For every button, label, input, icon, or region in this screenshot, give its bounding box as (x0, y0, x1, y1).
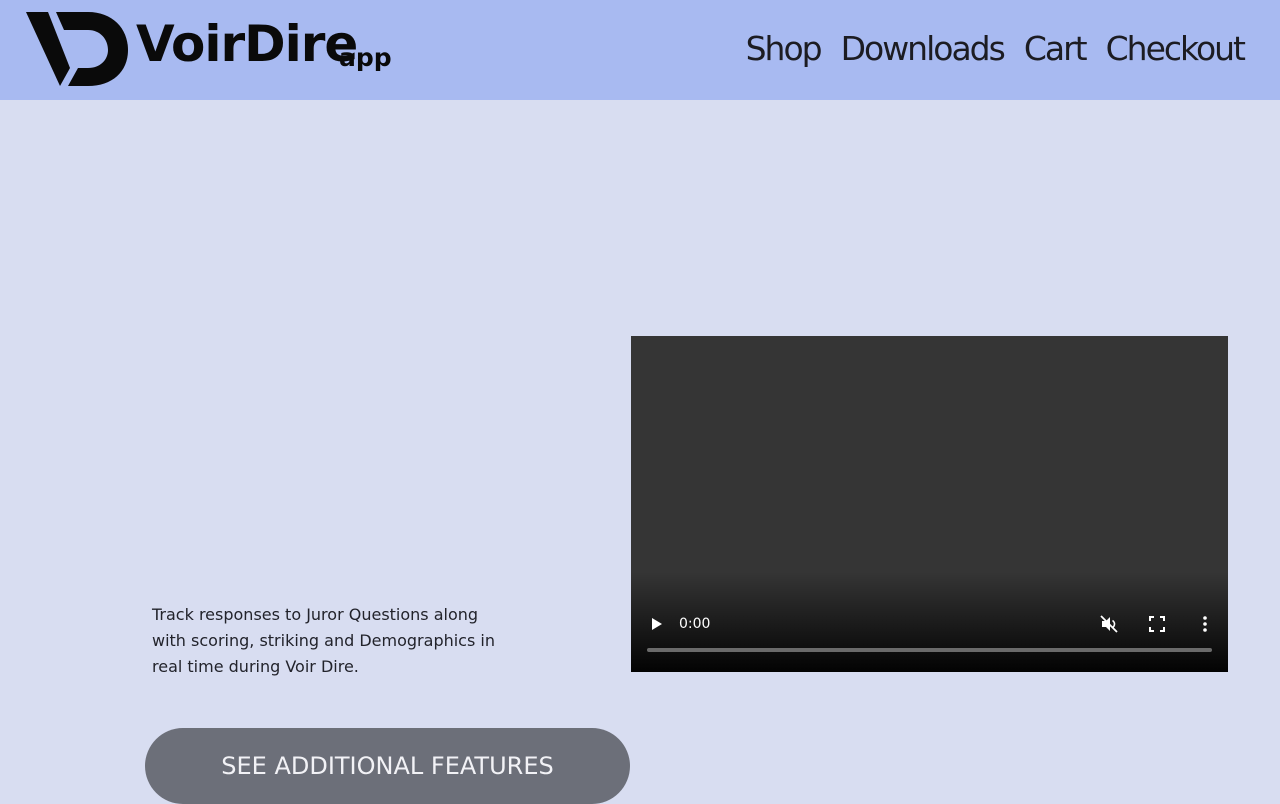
brand-suffix: app (339, 43, 392, 72)
nav-link-shop[interactable]: Shop (746, 27, 823, 71)
see-additional-features-button[interactable]: SEE ADDITIONAL FEATURES (145, 728, 630, 804)
video-player[interactable]: 0:00 (631, 336, 1228, 672)
video-progress-bar[interactable] (647, 648, 1212, 652)
nav-link-downloads[interactable]: Downloads (841, 27, 1006, 71)
site-header: VoirDire app Shop Downloads Cart Checkou… (0, 0, 1280, 100)
brand-logo[interactable]: VoirDire app (26, 10, 392, 90)
video-controls-gradient (631, 572, 1228, 672)
nav-link-checkout[interactable]: Checkout (1106, 27, 1246, 71)
vd-logo-icon (26, 12, 128, 86)
main-nav: Shop Downloads Cart Checkout (746, 27, 1246, 71)
brand-name: VoirDire (136, 15, 358, 73)
play-icon[interactable] (647, 615, 665, 633)
video-current-time: 0:00 (679, 616, 711, 632)
mute-icon[interactable] (1098, 613, 1120, 635)
hero-description: Track responses to Juror Questions along… (152, 605, 495, 676)
nav-link-cart[interactable]: Cart (1024, 27, 1088, 71)
more-options-icon[interactable] (1194, 613, 1216, 635)
fullscreen-icon[interactable] (1146, 613, 1168, 635)
